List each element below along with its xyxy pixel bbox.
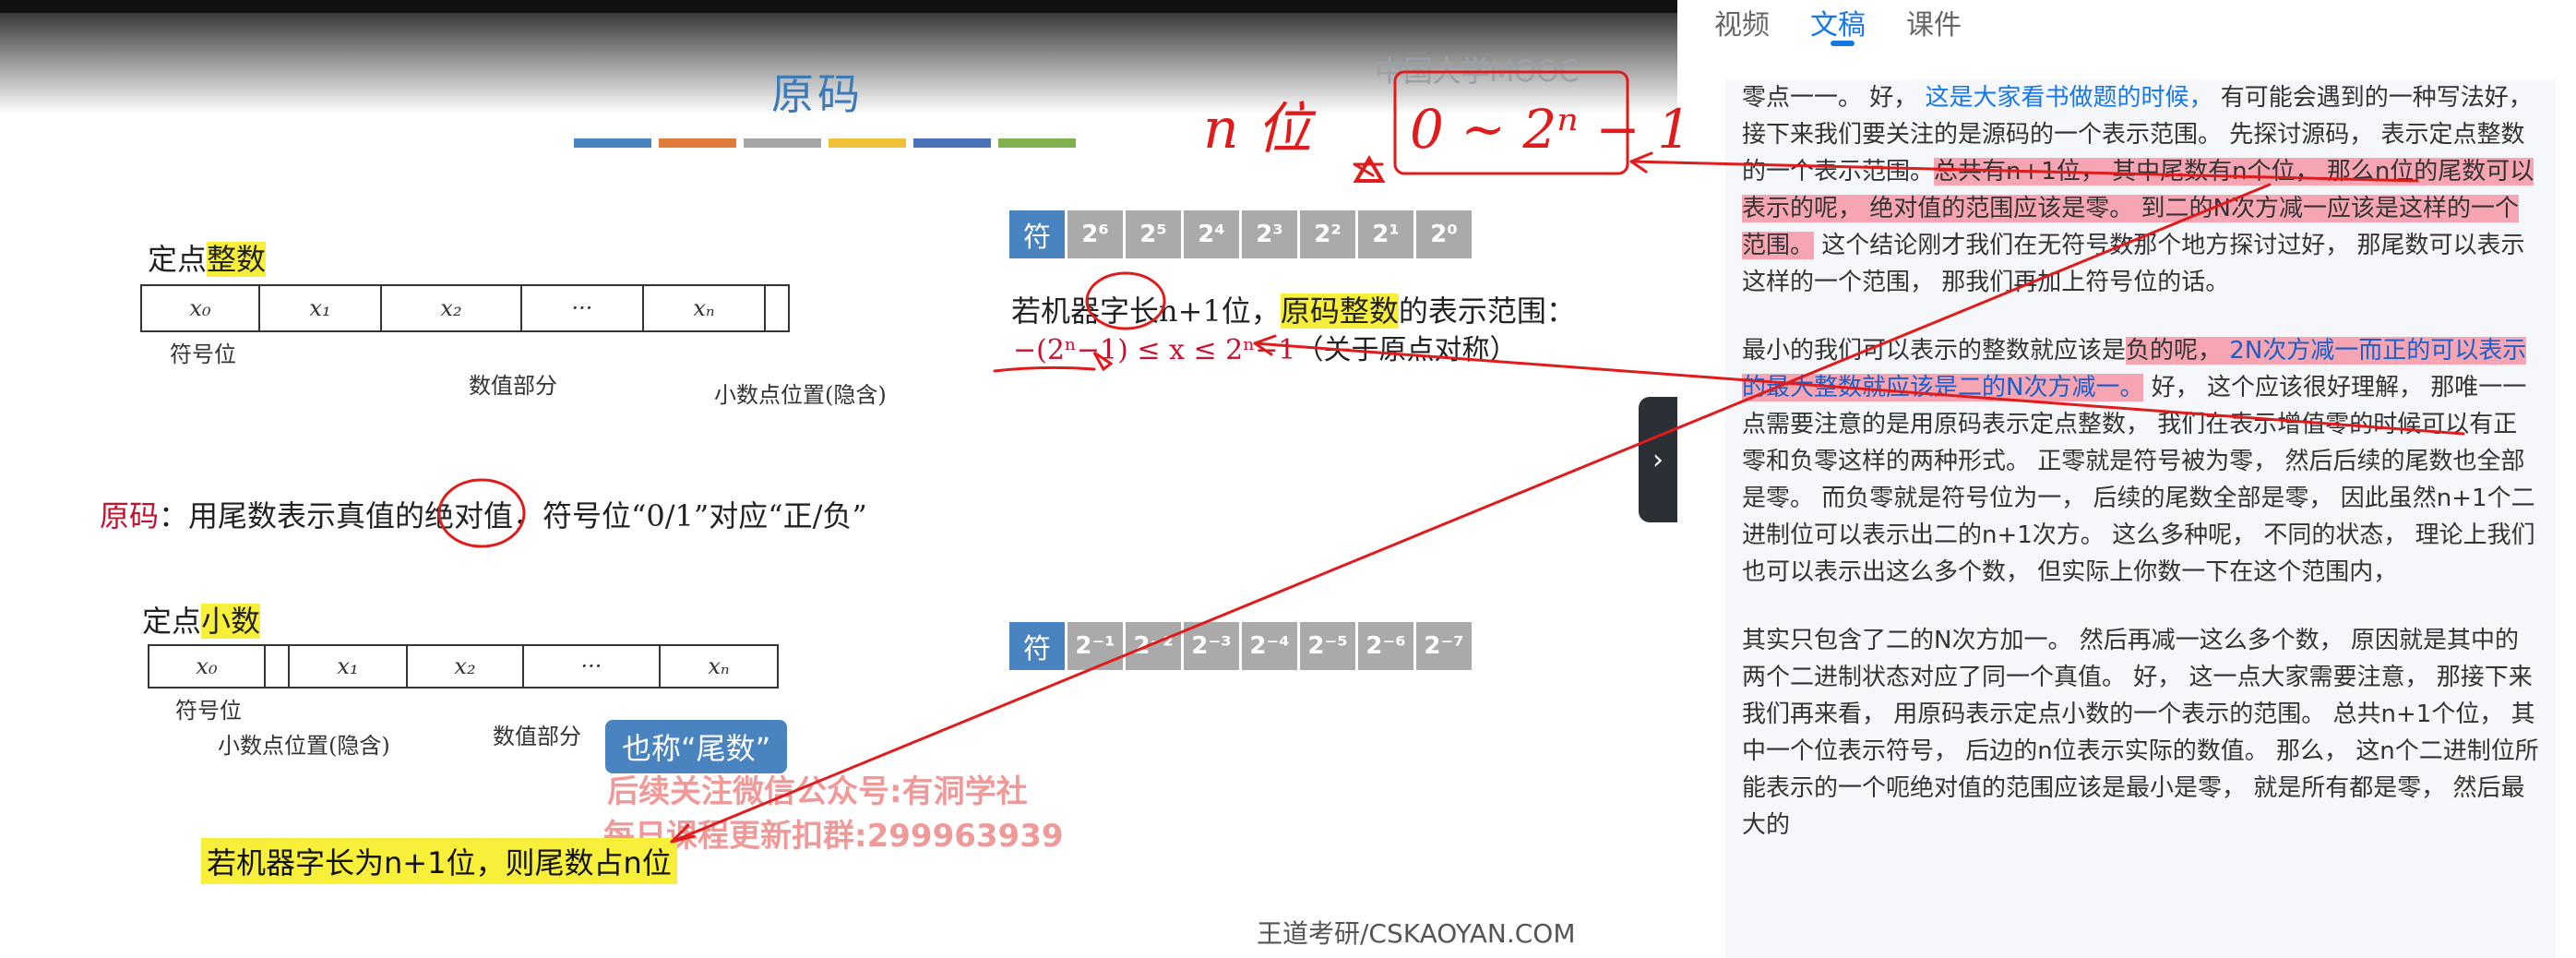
- bit-weight-cell: 2⁰: [1416, 210, 1472, 258]
- transcript-text: 其实只包含了二的N次方加一。 然后再减一这么多个数， 原因就是其中的两个二进制状…: [1742, 627, 2539, 839]
- bit-weight-cell: 2⁶: [1067, 210, 1123, 258]
- bit-weight-cell: 2⁻⁶: [1358, 622, 1413, 670]
- integer-heading-highlight: 整数: [207, 242, 267, 277]
- integer-register-cell: x₀: [142, 286, 260, 330]
- fraction-register-cell: x₁: [290, 646, 408, 687]
- range-statement: 若机器字长n+1位，原码整数的表示范围：: [1011, 288, 1576, 330]
- bit-weight-cell: 2⁵: [1126, 210, 1181, 258]
- fraction-register: x₀ x₁ x₂ ··· xₙ: [148, 644, 779, 689]
- fraction-register-cell: x₀: [149, 646, 266, 687]
- transcript-text: 好， 这个应该很好理解， 那唯一一点需要注意的是用原码表示定点整数， 我们在表示…: [1742, 374, 2535, 586]
- slide-title: 原码: [771, 69, 864, 119]
- bit-weight-cell: 2⁻¹: [1067, 622, 1123, 670]
- integer-value-label: 数值部分: [469, 373, 557, 399]
- sign-magnitude-definition: 原码：用尾数表示真值的绝对值，符号位“0/1”对应“正/负”: [100, 493, 867, 535]
- definition-text: ：用尾数表示真值的绝对值，符号位“0/1”对应“正/负”: [159, 498, 867, 533]
- sign-bit-cell: 符: [1009, 210, 1065, 258]
- integer-register-cell: [766, 286, 788, 330]
- integer-point-label: 小数点位置(隐含): [714, 382, 887, 408]
- transcript-text: 最小的我们可以表示的整数就应该是: [1742, 337, 2127, 365]
- fraction-value-label: 数值部分: [493, 724, 581, 749]
- panel-tabs: 视频 文稿 课件: [1714, 0, 1962, 46]
- tab-transcript[interactable]: 文稿: [1810, 0, 1866, 46]
- bit-weight-cell: 2⁴: [1184, 210, 1239, 258]
- range-bits: n+1: [1159, 293, 1222, 329]
- range-prefix: 若机器字长: [1011, 293, 1160, 329]
- integer-register-cell: ···: [522, 286, 644, 330]
- fraction-register-cell: xₙ: [708, 653, 730, 679]
- range-note: （关于原点对称）: [1295, 334, 1518, 366]
- color-bar-4: [829, 138, 906, 148]
- integer-bit-weights: 符 2⁶ 2⁵ 2⁴ 2³ 2² 2¹ 2⁰: [1009, 210, 1474, 258]
- bit-weight-cell: 2⁻⁷: [1416, 622, 1472, 670]
- mooc-logo: 中国大学MOOC: [1375, 54, 1579, 89]
- color-bar-2: [659, 138, 736, 148]
- bit-weight-cell: 2¹: [1358, 210, 1413, 258]
- video-player[interactable]: 中国大学MOOC 原码 定点整数 x₀ x₁ x₂ ··· xₙ 符号位 数值部分 小数…: [0, 0, 1677, 958]
- bottom-note: 若机器字长为n+1位，则尾数占n位: [201, 838, 677, 884]
- transcript-panel: 视频 文稿 课件 零点一一。 好， 这是大家看书做题的时候， 有可能会遇到的一种写法…: [1677, 0, 2576, 958]
- integer-heading: 定点整数: [148, 236, 267, 279]
- integer-register: x₀ x₁ x₂ ··· xₙ: [140, 284, 790, 332]
- transcript-paragraph[interactable]: 其实只包含了二的N次方加一。 然后再减一这么多个数， 原因就是其中的两个二进制状…: [1742, 622, 2539, 844]
- integer-register-cell: x₁: [260, 286, 382, 330]
- fraction-register-cell: x₂: [408, 646, 524, 687]
- sign-bit-cell: 符: [1009, 622, 1065, 670]
- transcript-highlight: 负的呢，: [2126, 337, 2230, 365]
- fraction-register-cell: ···: [524, 646, 661, 687]
- bit-weight-cell: 2⁻⁴: [1242, 622, 1297, 670]
- transcript-highlight: 这是大家看书做题的时候，: [1925, 84, 2213, 112]
- transcript-document[interactable]: 零点一一。 好， 这是大家看书做题的时候， 有可能会遇到的一种写法好， 接下来我…: [1725, 79, 2556, 958]
- transcript-text: 零点一一。 好，: [1742, 84, 1926, 112]
- fraction-register-cell: [266, 646, 290, 687]
- fraction-point-label: 小数点位置(隐含): [218, 733, 390, 759]
- video-top-bar: [0, 0, 1677, 13]
- range-formula: −(2ⁿ−1) ≤ x ≤ 2ⁿ−1: [1013, 334, 1296, 366]
- bit-weight-cell: 2²: [1300, 210, 1355, 258]
- integer-register-cell: xₙ: [644, 286, 766, 330]
- fraction-bit-weights: 符 2⁻¹ 2⁻² 2⁻³ 2⁻⁴ 2⁻⁵ 2⁻⁶ 2⁻⁷: [1009, 622, 1474, 670]
- bit-weight-cell: 2⁻⁵: [1300, 622, 1355, 670]
- range-formula-line: −(2ⁿ−1) ≤ x ≤ 2ⁿ−1（关于原点对称）: [1013, 327, 1517, 367]
- color-bar-3: [744, 138, 821, 148]
- color-bar-1: [574, 138, 651, 148]
- fraction-heading: 定点小数: [142, 598, 261, 641]
- integer-heading-prefix: 定点: [148, 242, 208, 277]
- range-mid: 位，: [1221, 293, 1281, 329]
- fraction-heading-highlight: 小数: [201, 604, 261, 639]
- footer-brand: 王道考研/CSKAOYAN.COM: [1257, 918, 1576, 949]
- fraction-sign-label: 符号位: [175, 698, 242, 724]
- color-bar-6: [998, 138, 1076, 148]
- transcript-paragraph[interactable]: 零点一一。 好， 这是大家看书做题的时候， 有可能会遇到的一种写法好， 接下来我…: [1742, 79, 2539, 301]
- tab-video[interactable]: 视频: [1714, 0, 1770, 42]
- transcript-text: 这个结论刚才我们在无符号数那个地方探讨过好， 那尾数可以表示这样的一个范围， 那…: [1742, 232, 2525, 296]
- watermark-line-1: 后续关注微信公众号:有洞学社: [607, 773, 1028, 810]
- fraction-heading-prefix: 定点: [142, 604, 202, 639]
- chevron-right-icon: ›: [1652, 443, 1664, 476]
- bit-weight-cell: 2⁻³: [1184, 622, 1239, 670]
- color-bar-5: [913, 138, 991, 148]
- range-highlight: 原码整数: [1280, 293, 1399, 329]
- tab-courseware[interactable]: 课件: [1906, 0, 1962, 42]
- bit-weight-cell: 2³: [1242, 210, 1297, 258]
- range-suffix: 的表示范围：: [1398, 293, 1576, 329]
- definition-term: 原码: [100, 498, 160, 533]
- transcript-paragraph[interactable]: 最小的我们可以表示的整数就应该是负的呢， 2N次方减一而正的可以表示的最大整数就…: [1742, 332, 2539, 591]
- bit-weight-cell: 2⁻²: [1126, 622, 1181, 670]
- integer-sign-label: 符号位: [170, 341, 236, 367]
- panel-toggle-button[interactable]: ›: [1639, 397, 1677, 522]
- integer-register-cell: x₂: [382, 286, 522, 330]
